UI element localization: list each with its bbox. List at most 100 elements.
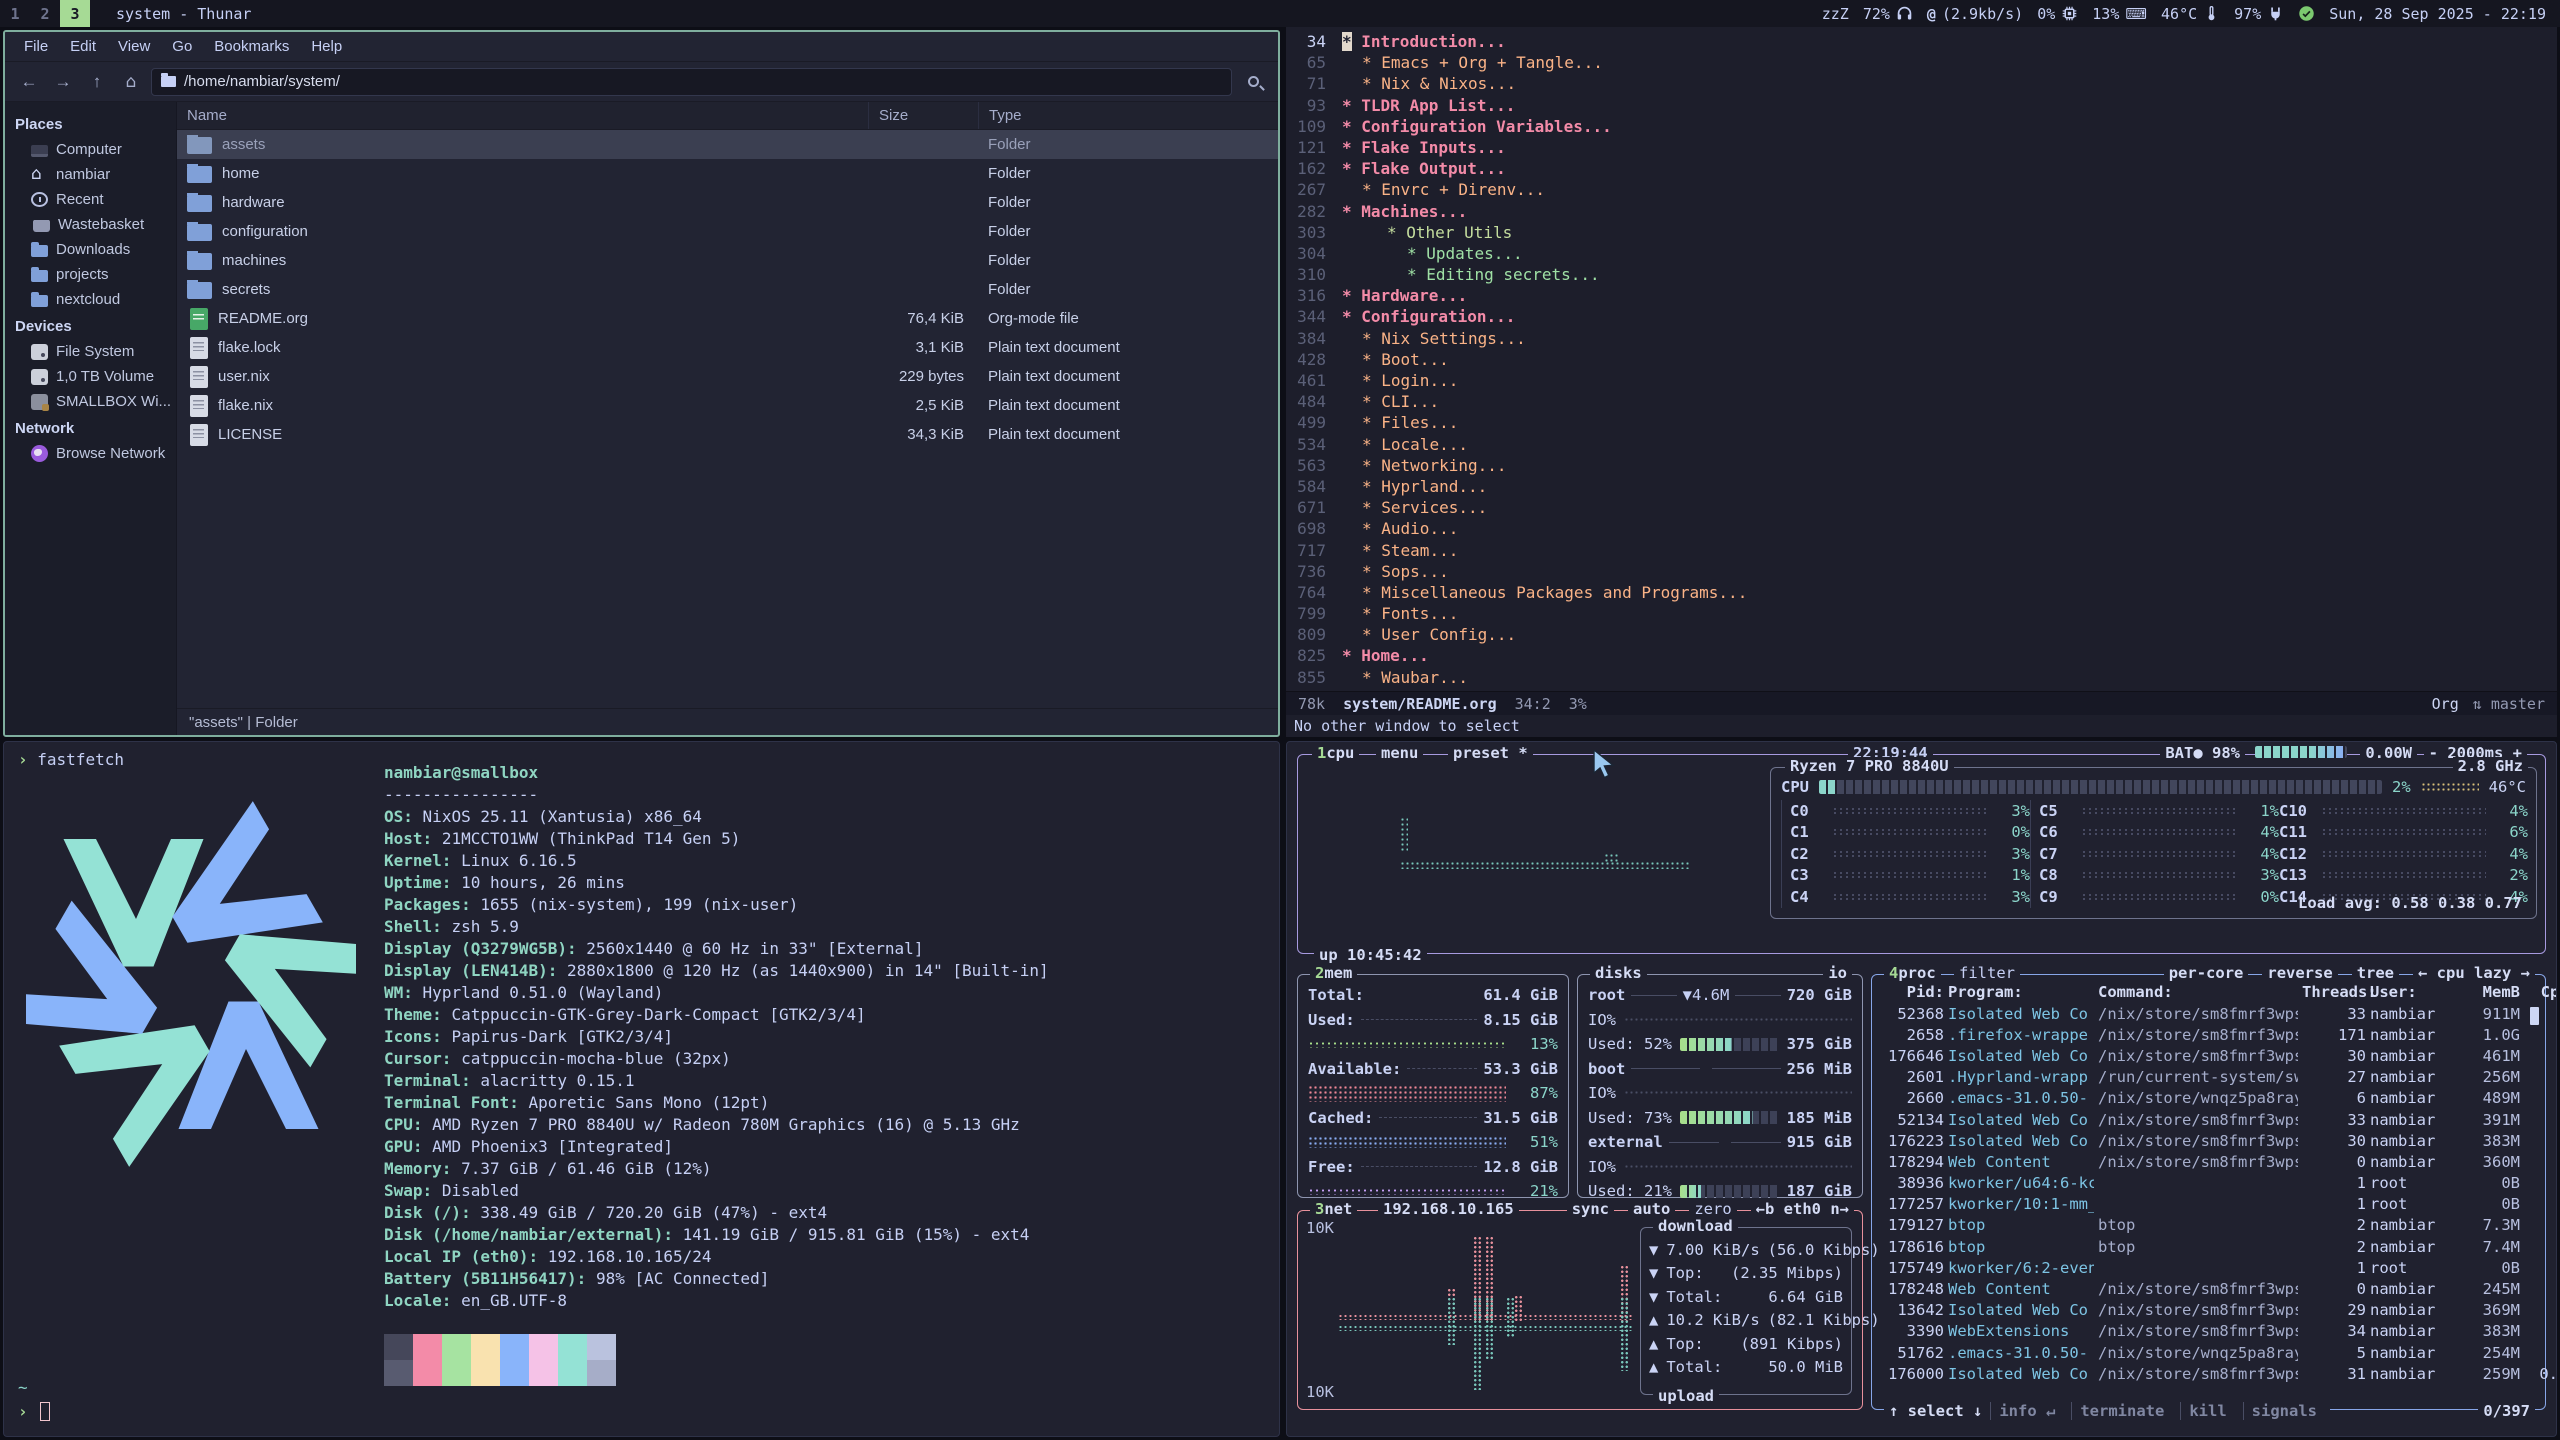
sidebar-item[interactable]: projects [5, 262, 176, 287]
org-outline-line[interactable]: 534 * Locale... [1286, 434, 2557, 455]
tab-net[interactable]: 3net [1310, 1200, 1357, 1218]
terminate-button[interactable]: terminate [2071, 1402, 2172, 1420]
org-outline-line[interactable]: 344 * Configuration... [1286, 306, 2557, 327]
file-row[interactable]: configuration Folder [177, 217, 1278, 246]
org-outline-line[interactable]: 316 * Hardware... [1286, 285, 2557, 306]
preset-button[interactable]: preset * [1448, 744, 1533, 762]
process-row[interactable]: 2660 .emacs-31.0.50- /nix/store/wnqz5pa8… [1872, 1088, 2545, 1109]
org-outline-line[interactable]: 34 * Introduction... [1286, 31, 2557, 52]
org-outline-line[interactable]: 764 * Miscellaneous Packages and Program… [1286, 582, 2557, 603]
process-row[interactable]: 3390 WebExtensions /nix/store/sm8fmrf3wp… [1872, 1321, 2545, 1342]
menu-item[interactable]: Go [163, 35, 201, 58]
process-row[interactable]: 176000 Isolated Web Co /nix/store/sm8fmr… [1872, 1363, 2545, 1384]
signals-button[interactable]: signals [2243, 1402, 2325, 1420]
process-row[interactable]: 13642 Isolated Web Co /nix/store/sm8fmrf… [1872, 1300, 2545, 1321]
process-row[interactable]: 178248 Web Content /nix/store/sm8fmrf3wp… [1872, 1278, 2545, 1299]
process-row[interactable]: 2601 .Hyprland-wrapp /run/current-system… [1872, 1067, 2545, 1088]
org-outline-line[interactable]: 799 * Fonts... [1286, 603, 2557, 624]
net-interface[interactable]: ←b eth0 n→ [1751, 1200, 1854, 1218]
org-outline-line[interactable]: 855 * Waubar... [1286, 667, 2557, 688]
org-outline-line[interactable]: 809 * User Config... [1286, 624, 2557, 645]
net-auto-button[interactable]: auto [1628, 1200, 1675, 1218]
org-outline-line[interactable]: 121 * Flake Inputs... [1286, 137, 2557, 158]
menu-item[interactable]: File [15, 35, 57, 58]
menu-item[interactable]: Help [302, 35, 351, 58]
org-outline-line[interactable]: 584 * Hyprland... [1286, 476, 2557, 497]
back-button[interactable]: ← [15, 69, 43, 95]
process-row[interactable]: 177257 kworker/10:1-mm_ 1 root 0B 0.0 [1872, 1194, 2545, 1215]
process-row[interactable]: 178294 Web Content /nix/store/sm8fmrf3wp… [1872, 1151, 2545, 1172]
process-row[interactable]: 38936 kworker/u64:6-kc 1 root 0B 0.0 [1872, 1173, 2545, 1194]
process-row[interactable]: 176646 Isolated Web Co /nix/store/sm8fmr… [1872, 1045, 2545, 1066]
org-outline-line[interactable]: 109 * Configuration Variables... [1286, 116, 2557, 137]
net-zero-button[interactable]: zero [1689, 1200, 1736, 1218]
org-outline-line[interactable]: 71 * Nix & Nixos... [1286, 73, 2557, 94]
process-row[interactable]: 52368 Isolated Web Co /nix/store/sm8fmrf… [1872, 1003, 2545, 1024]
column-header-type[interactable]: Type [978, 102, 1278, 129]
reverse-button[interactable]: reverse [2262, 964, 2337, 982]
sort-mode[interactable]: ← cpu lazy → [2413, 964, 2535, 982]
org-outline-line[interactable]: 499 * Files... [1286, 412, 2557, 433]
sidebar-item[interactable]: nextcloud [5, 287, 176, 312]
sidebar-item[interactable]: Wastebasket [5, 212, 176, 237]
file-row[interactable]: flake.nix 2,5 KiB Plain text document [177, 391, 1278, 420]
file-row[interactable]: machines Folder [177, 246, 1278, 275]
org-outline-line[interactable]: 461 * Login... [1286, 370, 2557, 391]
org-outline-line[interactable]: 428 * Boot... [1286, 349, 2557, 370]
org-outline-line[interactable]: 671 * Services... [1286, 497, 2557, 518]
file-row[interactable]: flake.lock 3,1 KiB Plain text document [177, 333, 1278, 362]
org-outline-line[interactable]: 303 * Other Utils [1286, 222, 2557, 243]
org-outline-line[interactable]: 310 * Editing secrets... [1286, 264, 2557, 285]
tab-proc[interactable]: 4proc [1884, 964, 1941, 982]
sidebar-item[interactable]: SMALLBOX Wi... [5, 389, 176, 414]
org-outline-line[interactable]: 282 * Machines... [1286, 201, 2557, 222]
column-header-size[interactable]: Size [868, 102, 978, 129]
org-outline-line[interactable]: 825 * Home... [1286, 645, 2557, 666]
process-row[interactable]: 175749 kworker/6:2-even 1 root 0B 0.0 [1872, 1257, 2545, 1278]
org-outline-line[interactable]: 162 * Flake Output... [1286, 158, 2557, 179]
per-core-button[interactable]: per-core [2164, 964, 2249, 982]
tab-cpu[interactable]: 1cpu [1312, 744, 1359, 762]
org-outline-line[interactable]: 304 * Updates... [1286, 243, 2557, 264]
sidebar-item[interactable]: nambiar [5, 162, 176, 187]
select-hint[interactable]: ↑ select ↓ [1889, 1402, 1982, 1420]
sidebar-item[interactable]: 1,0 TB Volume [5, 364, 176, 389]
tab-mem[interactable]: 2mem [1310, 964, 1357, 982]
process-row[interactable]: 51762 .emacs-31.0.50- /nix/store/wnqz5pa… [1872, 1342, 2545, 1363]
kill-button[interactable]: kill [2180, 1402, 2234, 1420]
home-button[interactable]: ⌂ [117, 69, 145, 95]
sidebar-item[interactable]: Recent [5, 187, 176, 212]
sidebar-item[interactable]: Downloads [5, 237, 176, 262]
menu-item[interactable]: Bookmarks [205, 35, 298, 58]
process-row[interactable]: 179127 btop btop 2 nambiar 7.3M 0.0 [1872, 1215, 2545, 1236]
org-outline-line[interactable]: 267 * Envrc + Direnv... [1286, 179, 2557, 200]
tree-button[interactable]: tree [2352, 964, 2399, 982]
org-outline-line[interactable]: 484 * CLI... [1286, 391, 2557, 412]
process-row[interactable]: 176223 Isolated Web Co /nix/store/sm8fmr… [1872, 1130, 2545, 1151]
workspace-button[interactable]: 3 [60, 0, 90, 27]
org-outline-line[interactable]: 563 * Networking... [1286, 455, 2557, 476]
process-row[interactable]: 52134 Isolated Web Co /nix/store/sm8fmrf… [1872, 1109, 2545, 1130]
org-outline-line[interactable]: 717 * Steam... [1286, 540, 2557, 561]
sidebar-item[interactable]: File System [5, 339, 176, 364]
column-header-name[interactable]: Name [177, 102, 868, 129]
proc-filter-button[interactable]: filter [1954, 964, 2020, 982]
org-outline-line[interactable]: 384 * Nix Settings... [1286, 328, 2557, 349]
file-row[interactable]: README.org 76,4 KiB Org-mode file [177, 304, 1278, 333]
search-button[interactable] [1238, 76, 1268, 87]
sidebar-item[interactable]: Computer [5, 137, 176, 162]
file-row[interactable]: hardware Folder [177, 188, 1278, 217]
process-row[interactable]: 178616 btop btop 2 nambiar 7.4M 0.0 [1872, 1236, 2545, 1257]
up-button[interactable]: ↑ [83, 69, 111, 95]
file-row[interactable]: home Folder [177, 159, 1278, 188]
path-bar[interactable]: /home/nambiar/system/ [151, 68, 1232, 96]
org-outline-line[interactable]: 736 * Sops... [1286, 561, 2557, 582]
workspace-button[interactable]: 2 [30, 0, 60, 27]
file-row[interactable]: secrets Folder [177, 275, 1278, 304]
org-outline-line[interactable]: 93 * TLDR App List... [1286, 95, 2557, 116]
file-row[interactable]: user.nix 229 bytes Plain text document [177, 362, 1278, 391]
menu-item[interactable]: View [109, 35, 159, 58]
info-button[interactable]: info ↵ [1990, 1402, 2063, 1420]
org-outline-line[interactable]: 65 * Emacs + Org + Tangle... [1286, 52, 2557, 73]
menu-button[interactable]: menu [1376, 744, 1423, 762]
